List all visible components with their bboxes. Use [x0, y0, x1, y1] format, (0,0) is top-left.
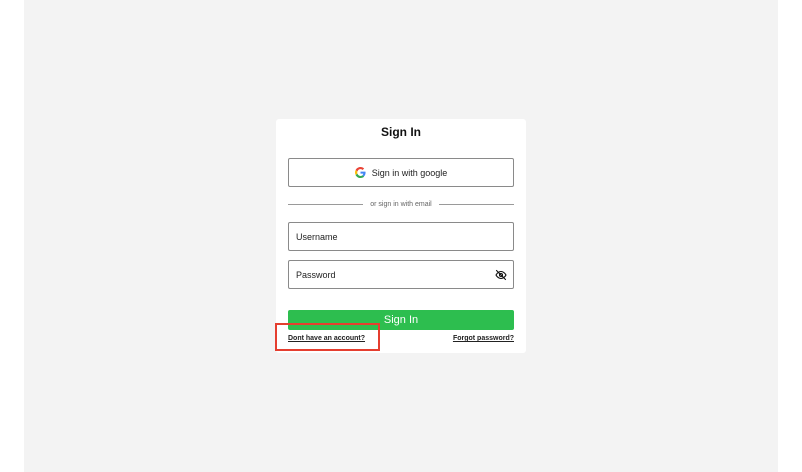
divider-text: or sign in with email [370, 200, 432, 208]
google-sign-in-label: Sign in with google [371, 167, 448, 178]
highlight-box [275, 323, 380, 351]
password-field-container [288, 260, 514, 289]
eye-off-icon[interactable] [495, 268, 507, 281]
password-input[interactable] [289, 261, 476, 288]
google-sign-in-button[interactable]: Sign in with google [288, 158, 514, 187]
divider-line-right [438, 203, 514, 205]
page-title: Sign In [381, 125, 421, 139]
sign-in-card: Sign In Sign in with google or sign in w… [276, 119, 526, 353]
divider-line-left [288, 203, 364, 205]
divider: or sign in with email [288, 199, 514, 209]
username-input[interactable] [289, 223, 476, 250]
forgot-password-link[interactable]: Forgot password? [453, 335, 514, 342]
google-icon [354, 167, 366, 178]
username-field-container [288, 222, 514, 251]
